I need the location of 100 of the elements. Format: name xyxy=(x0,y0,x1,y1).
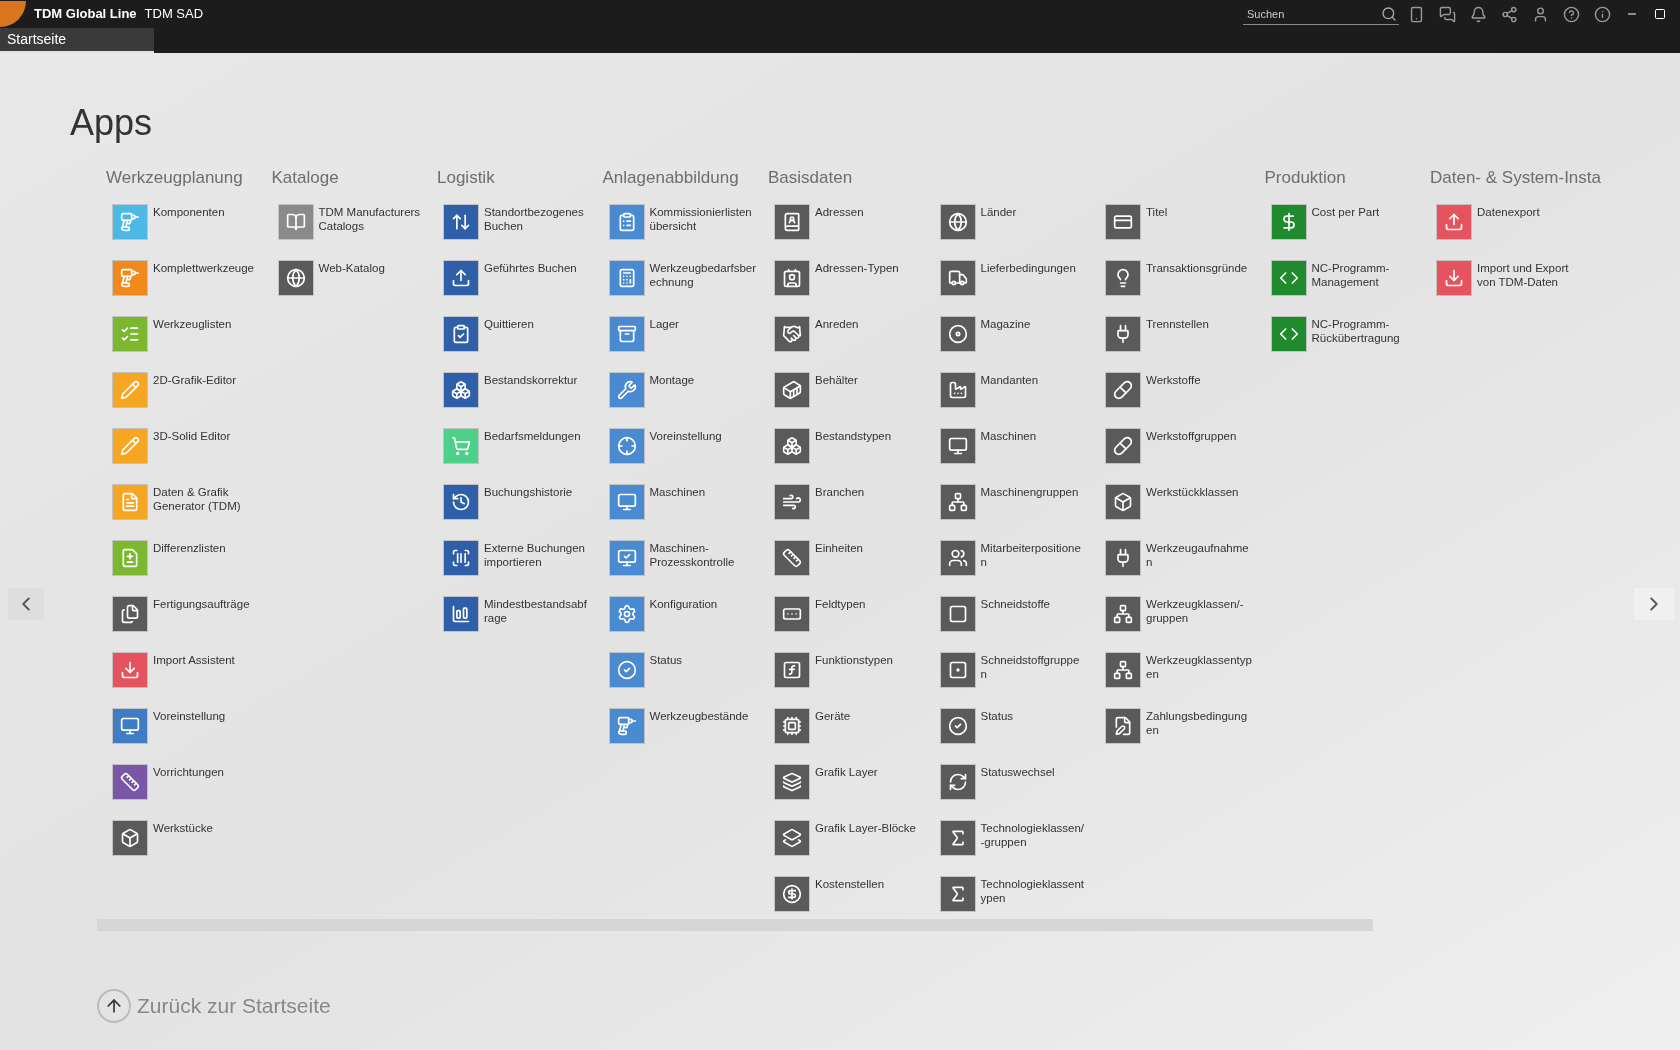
app-tile[interactable]: Daten & Grafik Generator (TDM) xyxy=(106,485,272,519)
app-tile[interactable]: Funktionstypen xyxy=(768,653,934,687)
app-tile[interactable]: Geführtes Buchen xyxy=(437,261,603,295)
app-tile[interactable]: Adressen-Typen xyxy=(768,261,934,295)
app-tile[interactable]: Branchen xyxy=(768,485,934,519)
app-tile[interactable]: Vorrichtungen xyxy=(106,765,272,799)
app-tile[interactable]: Trennstellen xyxy=(1099,317,1265,351)
app-tile[interactable]: Standortbezogenes Buchen xyxy=(437,205,603,239)
app-tile[interactable]: Adressen xyxy=(768,205,934,239)
app-tile[interactable]: Werkzeugbedarfsber echnung xyxy=(602,261,768,295)
app-tile[interactable]: Feldtypen xyxy=(768,597,934,631)
app-tile[interactable]: Magazine xyxy=(933,317,1099,351)
app-tile[interactable]: Bestandskorrektur xyxy=(437,373,603,407)
function-icon xyxy=(782,660,802,680)
search-icon[interactable] xyxy=(1381,6,1397,22)
app-tile[interactable]: Schneidstoffe xyxy=(933,597,1099,631)
app-tile[interactable]: Status xyxy=(602,653,768,687)
user-icon[interactable] xyxy=(1532,5,1549,23)
app-tile[interactable]: Voreinstellung xyxy=(602,429,768,463)
boxes-icon xyxy=(782,436,802,456)
bell-icon[interactable] xyxy=(1470,5,1487,23)
app-tile[interactable]: 2D-Grafik-Editor xyxy=(106,373,272,407)
app-tile[interactable]: Maschinengruppen xyxy=(933,485,1099,519)
app-tile[interactable]: Import Assistent xyxy=(106,653,272,687)
phone-icon[interactable] xyxy=(1408,5,1425,23)
app-tile[interactable]: Transaktionsgründe xyxy=(1099,261,1265,295)
app-tile[interactable]: Kostenstellen xyxy=(768,877,934,911)
maximize-icon[interactable] xyxy=(1654,8,1666,20)
app-tile[interactable]: Technologieklassent ypen xyxy=(933,877,1099,911)
app-tile[interactable]: Werkstoffgruppen xyxy=(1099,429,1265,463)
app-tile[interactable]: Werkzeugaufnahme n xyxy=(1099,541,1265,575)
search-field[interactable]: Suchen xyxy=(1243,3,1399,25)
app-tile[interactable]: Mitarbeiterpositione n xyxy=(933,541,1099,575)
tab[interactable]: Startseite xyxy=(0,28,154,53)
nodes-icon[interactable] xyxy=(1501,5,1518,23)
help-icon[interactable] xyxy=(1563,5,1580,23)
app-tile[interactable]: Komponenten xyxy=(106,205,272,239)
app-tile[interactable]: Mindestbestandsabf rage xyxy=(437,597,603,631)
app-tile[interactable]: Titel xyxy=(1099,205,1265,239)
app-tile[interactable]: Import und Export von TDM-Daten xyxy=(1430,261,1596,295)
drill-icon xyxy=(120,212,140,232)
app-tile[interactable]: Werkstückklassen xyxy=(1099,485,1265,519)
app-tile[interactable]: Werkstoffe xyxy=(1099,373,1265,407)
previous-page-button[interactable] xyxy=(8,588,44,620)
app-tile[interactable]: Lieferbedingungen xyxy=(933,261,1099,295)
monitor-icon xyxy=(120,716,140,736)
app-tile[interactable]: Bedarfsmeldungen xyxy=(437,429,603,463)
app-tile[interactable]: Mandanten xyxy=(933,373,1099,407)
app-tile[interactable]: NC-Programm- Rückübertragung xyxy=(1264,317,1430,351)
app-tile[interactable]: Grafik Layer-Blöcke xyxy=(768,821,934,855)
app-tile[interactable]: Datenexport xyxy=(1430,205,1596,239)
app-tile[interactable]: Voreinstellung xyxy=(106,709,272,743)
app-tile[interactable]: Zahlungsbedingung en xyxy=(1099,709,1265,743)
app-tile[interactable]: Fertigungsaufträge xyxy=(106,597,272,631)
app-tile[interactable]: Schneidstoffgruppe n xyxy=(933,653,1099,687)
ruler-icon xyxy=(120,772,140,792)
app-tile[interactable]: Anreden xyxy=(768,317,934,351)
app-tile[interactable]: Status xyxy=(933,709,1099,743)
monitor-icon xyxy=(947,436,968,456)
app-tile[interactable]: Montage xyxy=(602,373,768,407)
app-tile[interactable]: Differenzlisten xyxy=(106,541,272,575)
app-tile[interactable]: Bestandstypen xyxy=(768,429,934,463)
app-tile[interactable]: Web-Katalog xyxy=(271,261,437,295)
app-tile[interactable]: NC-Programm- Management xyxy=(1264,261,1430,295)
refresh-icon xyxy=(947,772,968,792)
app-tile[interactable]: 3D-Solid Editor xyxy=(106,429,272,463)
globe-icon xyxy=(947,212,968,232)
check-circle-icon xyxy=(616,660,637,680)
app-tile[interactable]: Geräte xyxy=(768,709,934,743)
app-tile[interactable]: Grafik Layer xyxy=(768,765,934,799)
app-tile[interactable]: Externe Buchungen importieren xyxy=(437,541,603,575)
app-tile[interactable]: Einheiten xyxy=(768,541,934,575)
app-tile[interactable]: Behälter xyxy=(768,373,934,407)
app-tile[interactable]: Buchungshistorie xyxy=(437,485,603,519)
app-tile[interactable]: Cost per Part xyxy=(1264,205,1430,239)
group-heading: Kataloge xyxy=(271,167,340,189)
upload-icon xyxy=(451,268,471,288)
chip-icon xyxy=(782,716,802,736)
app-tile[interactable]: Maschinen xyxy=(602,485,768,519)
app-tile[interactable]: Quittieren xyxy=(437,317,603,351)
app-tile[interactable]: Länder xyxy=(933,205,1099,239)
next-page-button[interactable] xyxy=(1634,588,1674,620)
app-tile[interactable]: Komplettwerkzeuge xyxy=(106,261,272,295)
app-tile[interactable]: Werkzeugklassen/- gruppen xyxy=(1099,597,1265,631)
app-tile[interactable]: TDM Manufacturers Catalogs xyxy=(271,205,437,239)
app-tile[interactable]: Maschinen xyxy=(933,429,1099,463)
app-tile[interactable]: Statuswechsel xyxy=(933,765,1099,799)
app-tile[interactable]: Werkzeugbestände xyxy=(602,709,768,743)
app-tile[interactable]: Werkzeuglisten xyxy=(106,317,272,351)
app-tile[interactable]: Konfiguration xyxy=(602,597,768,631)
app-tile[interactable]: Lager xyxy=(602,317,768,351)
app-tile[interactable]: Werkzeugklassentyp en xyxy=(1099,653,1265,687)
app-tile[interactable]: Kommissionierlisten übersicht xyxy=(602,205,768,239)
info-icon[interactable] xyxy=(1594,5,1611,23)
app-tile[interactable]: Technologieklassen/ -gruppen xyxy=(933,821,1099,855)
app-tile[interactable]: Maschinen- Prozesskontrolle xyxy=(602,541,768,575)
app-tile[interactable]: Werkstücke xyxy=(106,821,272,855)
book-icon xyxy=(285,212,306,232)
chat-icon[interactable] xyxy=(1439,5,1456,23)
handshake-icon xyxy=(782,324,802,344)
